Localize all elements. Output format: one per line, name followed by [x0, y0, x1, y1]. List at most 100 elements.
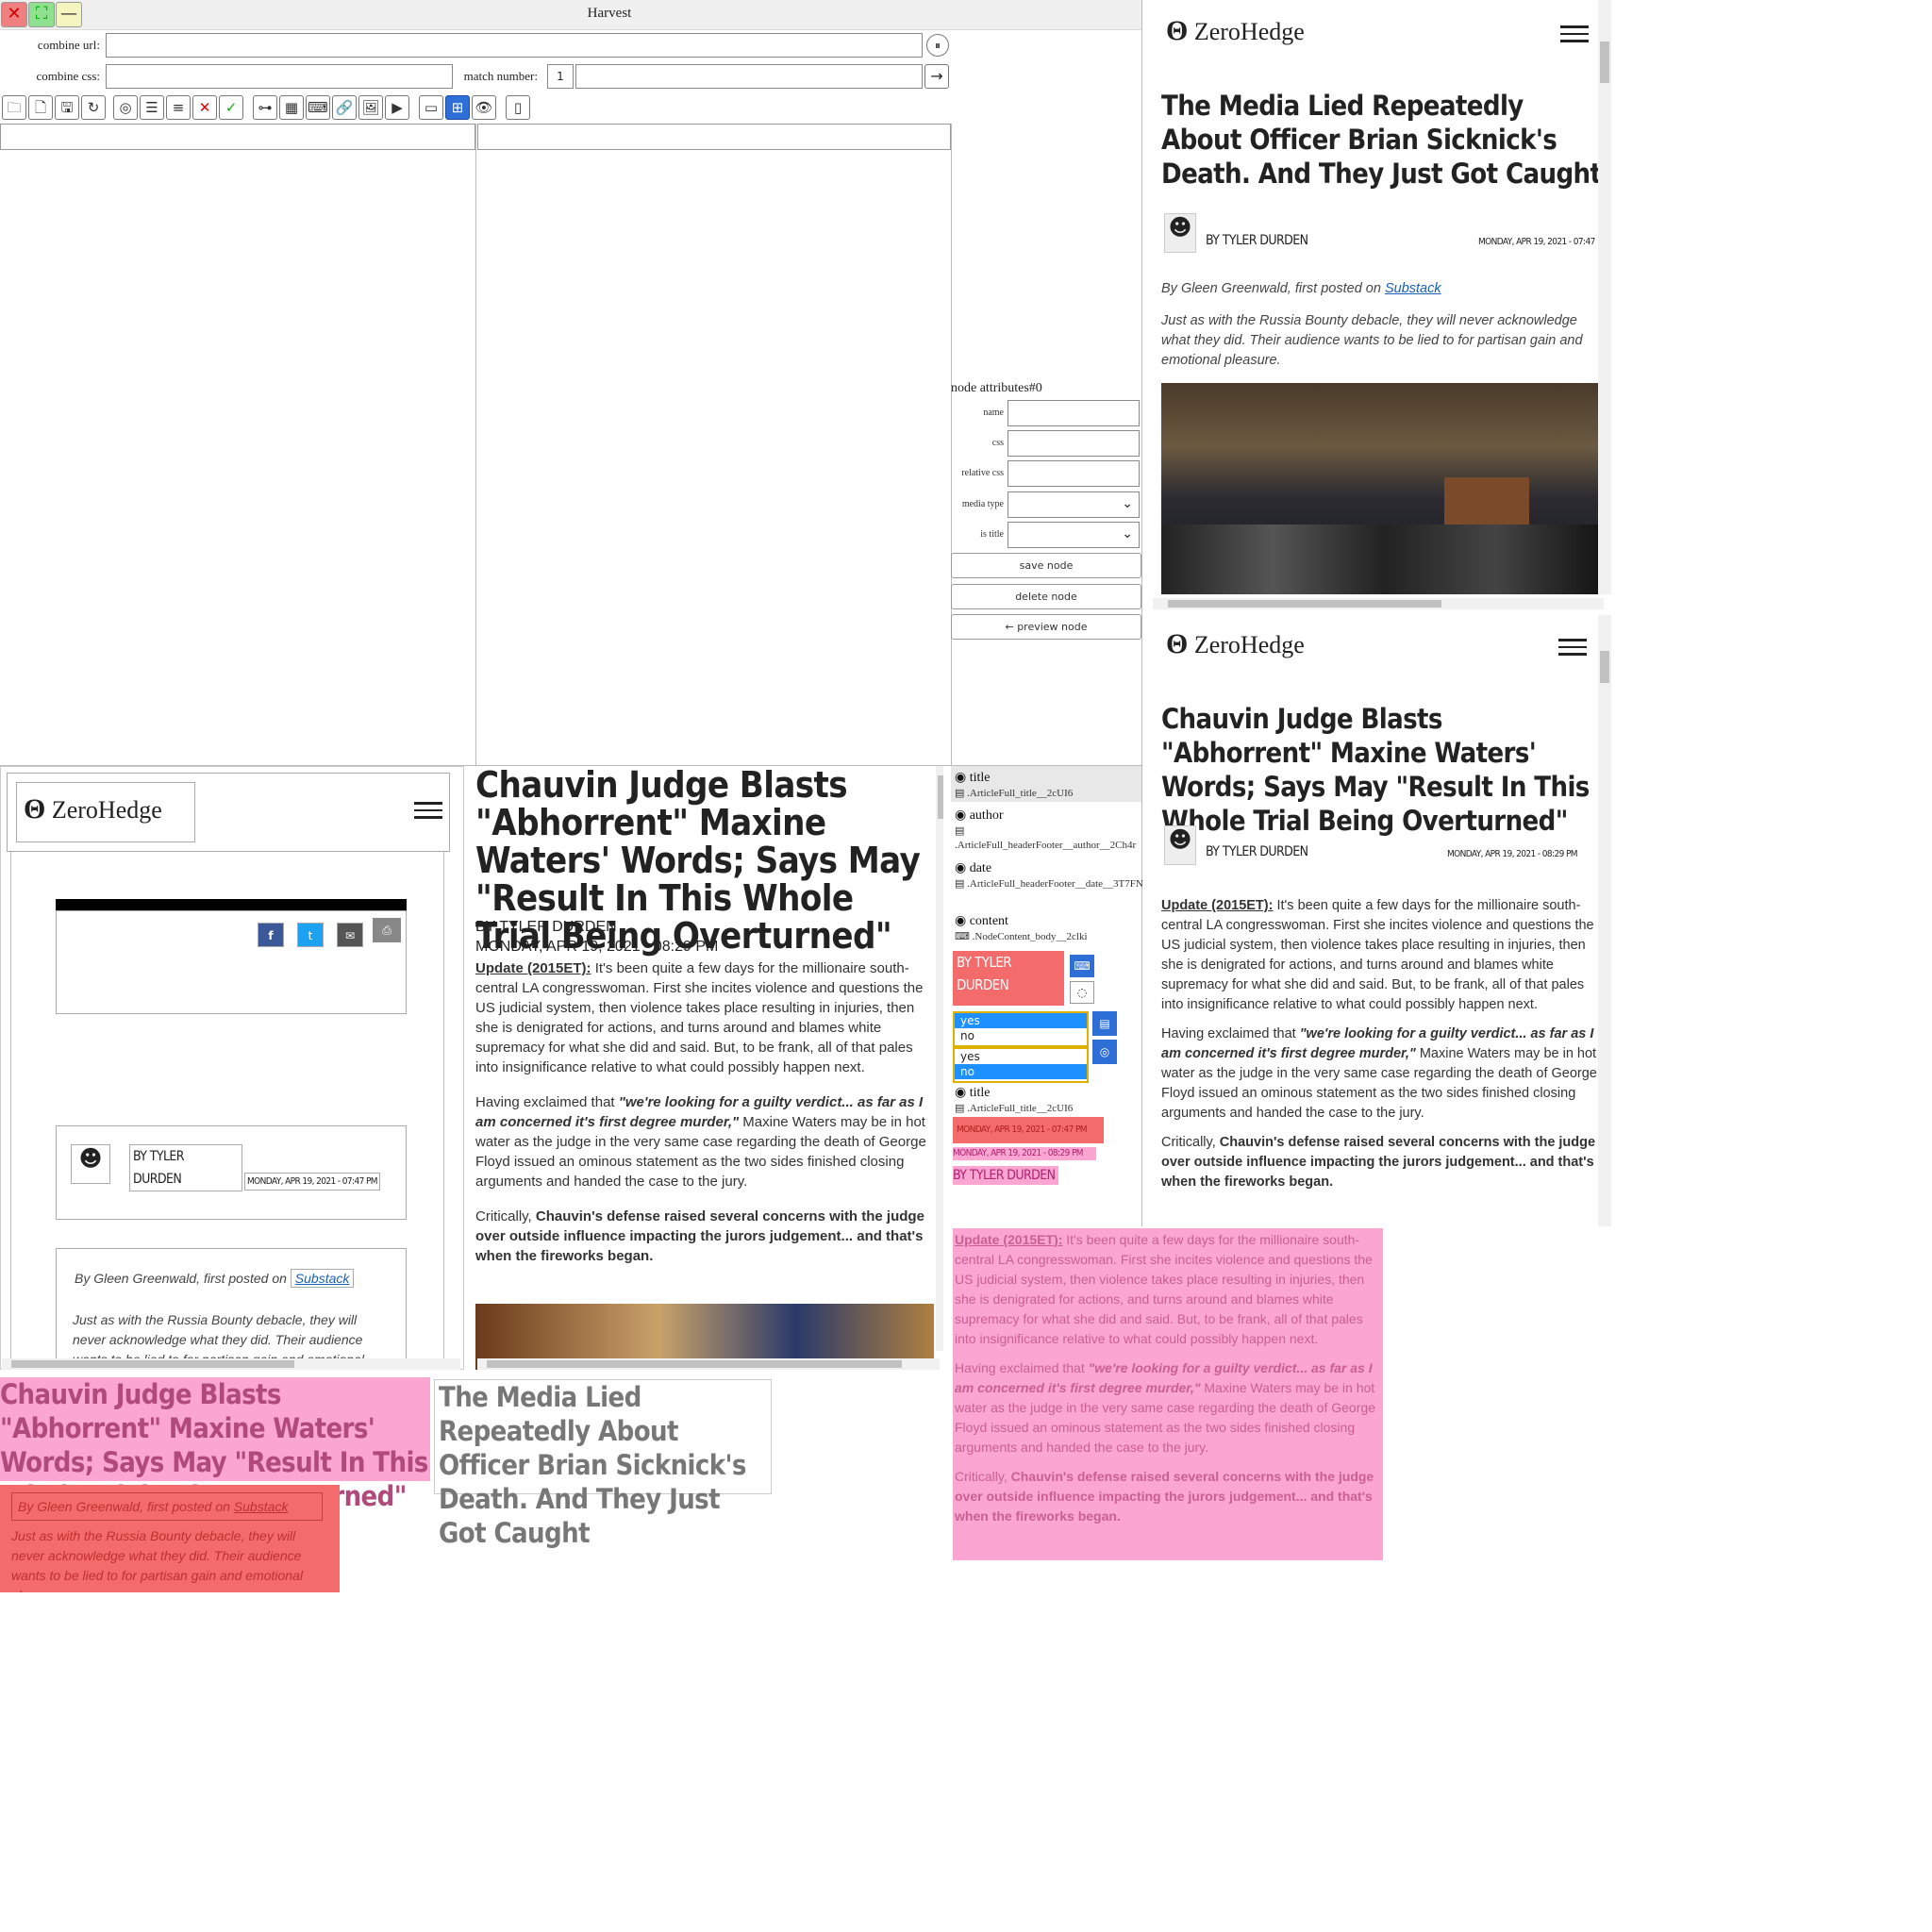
twitter-icon[interactable]: t: [297, 923, 324, 947]
article1-byline: By Gleen Greenwald, first posted on Subs…: [1161, 281, 1441, 296]
zerohedge-logo: Θ ZeroHedge: [1166, 15, 1305, 46]
combine-css-label: combine css:: [36, 69, 100, 83]
wireframe-avatar: ☻: [71, 1144, 110, 1184]
highlight-date: MONDAY, APR 19, 2021 - 07:47 PM: [953, 1117, 1104, 1143]
is-title-dropdown[interactable]: yes no: [953, 1047, 1089, 1083]
relative-css-label: relative css: [961, 468, 1004, 478]
target-icon[interactable]: ◎: [113, 95, 138, 120]
extracted-article: Chauvin Judge Blasts "Abhorrent" Maxine …: [475, 766, 943, 1370]
match-value-input[interactable]: [575, 64, 923, 89]
highlight-author-2: BY TYLER DURDEN: [953, 1166, 1058, 1185]
refresh-icon[interactable]: ↻: [81, 95, 106, 120]
image-icon[interactable]: 🖼: [358, 95, 383, 120]
node-author-css: ▤ .ArticleFull_headerFooter__author__2Ch…: [955, 825, 1137, 851]
wireframe-date: MONDAY, APR 19, 2021 - 07:47 PM: [244, 1173, 380, 1191]
right-filter-input[interactable]: [477, 124, 951, 150]
article2-body: Update (2015ET): It's been quite a few d…: [1161, 898, 1597, 1190]
wireframe-preview: Θ ZeroHedge f t ✉ ⎙ ☻ BY TYLER DURDEN MON…: [0, 766, 464, 1370]
extracted-body: Update (2015ET): It's been quite a few d…: [475, 960, 926, 1264]
code-icon[interactable]: ⌨: [306, 95, 330, 120]
combine-css-input[interactable]: [106, 64, 453, 89]
video-icon[interactable]: ▶: [385, 95, 409, 120]
media-type-label: media type: [961, 499, 1004, 509]
extracted-author: BY TYLER DURDEN: [475, 919, 617, 935]
media-title-box: The Media Lied Repeatedly About Officer …: [434, 1379, 772, 1549]
layout-icon[interactable]: ⊞: [445, 95, 470, 120]
go-arrow-icon[interactable]: →: [924, 64, 949, 89]
node-title-2[interactable]: ◉ title: [955, 1085, 991, 1101]
author-avatar: ☻: [1164, 213, 1196, 253]
mobile-icon[interactable]: ▯: [506, 95, 530, 120]
match-number-input[interactable]: 1: [547, 64, 574, 89]
node-date[interactable]: ◉ date: [955, 860, 991, 876]
article2-author: BY TYLER DURDEN: [1206, 844, 1308, 859]
zerohedge-logo-2: Θ ZeroHedge: [1166, 628, 1305, 659]
extracted-date: MONDAY, APR 19, 2021 - 08:29 PM: [475, 939, 719, 955]
node-author[interactable]: ◉ author: [955, 808, 1003, 824]
combine-url-input[interactable]: [106, 33, 923, 58]
media-type-select[interactable]: ⌄: [1008, 491, 1140, 518]
is-title-select[interactable]: ⌄: [1008, 522, 1140, 548]
email-icon[interactable]: ✉: [337, 923, 363, 947]
open-folder-icon[interactable]: 🗀: [2, 95, 26, 120]
pause-icon[interactable]: ⏸: [926, 34, 949, 57]
css-input[interactable]: [1008, 430, 1140, 457]
node-date-css: ▤ .ArticleFull_headerFooter__date__3T7FN: [955, 878, 1143, 890]
substack-link[interactable]: Substack: [1385, 281, 1441, 296]
wireframe-author: BY TYLER DURDEN: [129, 1144, 242, 1191]
check-icon[interactable]: ✓: [219, 95, 243, 120]
delete-node-button[interactable]: delete node: [951, 584, 1141, 609]
highlight-title: Chauvin Judge Blasts "Abhorrent" Maxine …: [0, 1377, 430, 1512]
preview-node-button[interactable]: ← preview node: [951, 614, 1141, 640]
text-lines-icon[interactable]: ≡: [166, 95, 191, 120]
node-title[interactable]: ◉ title: [955, 770, 991, 786]
article1-title: The Media Lied Repeatedly About Officer …: [1161, 90, 1602, 190]
is-title-label: is title: [980, 529, 1004, 540]
left-filter-input[interactable]: [0, 124, 475, 150]
highlight-date-2: MONDAY, APR 19, 2021 - 08:29 PM: [953, 1147, 1096, 1160]
new-file-icon[interactable]: 🗋: [28, 95, 53, 120]
node-attributes-heading: node attributes#0: [951, 381, 1042, 395]
link-icon[interactable]: 🔗: [332, 95, 357, 120]
article1-date: MONDAY, APR 19, 2021 - 07:47: [1478, 237, 1595, 247]
code-view-icon[interactable]: ⌨: [1070, 955, 1094, 977]
article2-title: Chauvin Judge Blasts "Abhorrent" Maxine …: [1161, 703, 1590, 837]
name-input[interactable]: [1008, 400, 1140, 426]
node-content-css: ⌨ .NodeContent_body__2clki: [955, 931, 1088, 942]
highlight-lead: By Gleen Greenwald, first posted on Subs…: [0, 1485, 340, 1592]
node-title-2-css: ▤ .ArticleFull_title__2cUI6: [955, 1103, 1074, 1114]
preview-bottom: Θ ZeroHedge Chauvin Judge Blasts "Abhorr…: [1143, 615, 1611, 1226]
list-icon[interactable]: ☰: [140, 95, 164, 120]
node-title-css: ▤ .ArticleFull_title__2cUI6: [955, 788, 1074, 799]
relative-css-input[interactable]: [1008, 460, 1140, 487]
app-title: Harvest: [587, 6, 632, 21]
wireframe-logo: Θ ZeroHedge: [24, 793, 162, 824]
grid-icon[interactable]: ▦: [279, 95, 304, 120]
hamburger-menu-icon-2[interactable]: [1558, 634, 1587, 660]
tree-icon[interactable]: ⊶: [253, 95, 277, 120]
css-label: css: [991, 438, 1004, 448]
name-label: name: [983, 408, 1004, 418]
node-content[interactable]: ◉ content: [955, 913, 1008, 929]
facebook-icon[interactable]: f: [258, 923, 284, 947]
highlight-author: BY TYLER DURDEN: [953, 951, 1064, 1006]
article1-author: BY TYLER DURDEN: [1206, 233, 1308, 248]
save-node-button[interactable]: save node: [951, 553, 1141, 578]
hamburger-menu-icon[interactable]: [1560, 21, 1589, 47]
target-select-icon[interactable]: ◎: [1092, 1040, 1117, 1064]
print-icon[interactable]: ⎙: [373, 918, 401, 942]
window-icon[interactable]: ▭: [419, 95, 443, 120]
list-view-icon[interactable]: ▤: [1092, 1011, 1117, 1036]
media-type-dropdown[interactable]: yes no: [953, 1011, 1089, 1047]
hide-icon[interactable]: ◌: [1070, 981, 1094, 1004]
article1-photo: [1161, 383, 1607, 594]
wireframe-hamburger-icon[interactable]: [414, 797, 442, 824]
cancel-icon[interactable]: ✕: [192, 95, 217, 120]
combine-url-label: combine url:: [37, 38, 100, 52]
highlight-content: Update (2015ET): It's been quite a few d…: [953, 1228, 1383, 1560]
save-icon[interactable]: 🖫: [55, 95, 79, 120]
preview-top: Θ ZeroHedge The Media Lied Repeatedly Ab…: [1143, 0, 1611, 611]
eye-icon[interactable]: 👁: [472, 95, 496, 120]
author-avatar-2: ☻: [1164, 825, 1196, 865]
article2-date: MONDAY, APR 19, 2021 - 08:29 PM: [1447, 849, 1578, 859]
